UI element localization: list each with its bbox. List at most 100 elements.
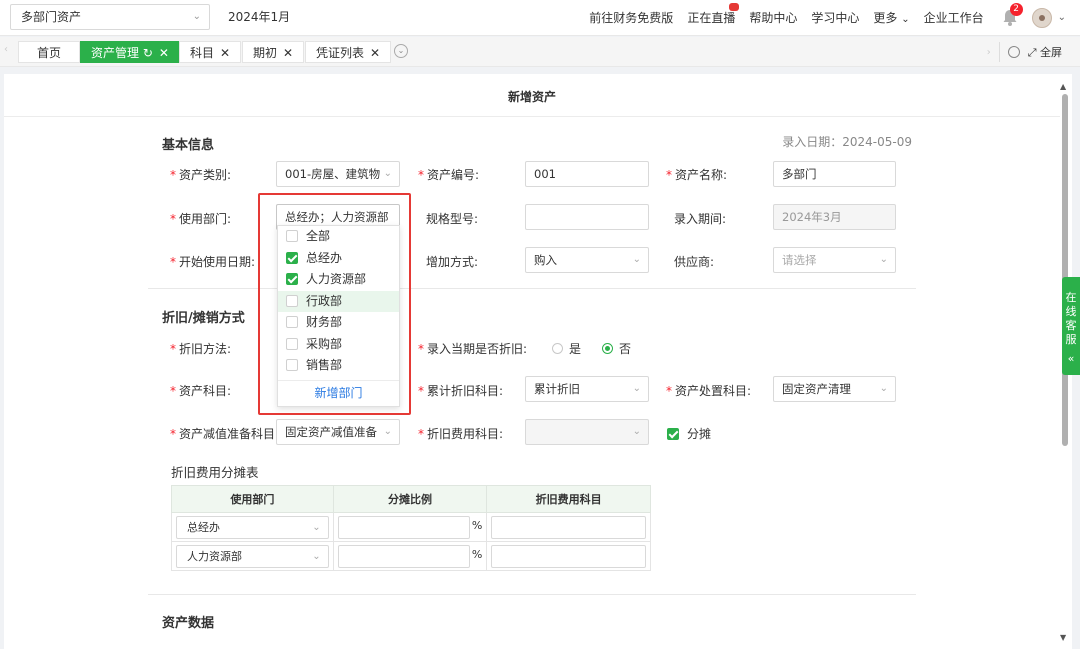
refresh-icon[interactable]: ↻ [143, 46, 153, 60]
add-method-select[interactable]: 购入 ⌄ [525, 247, 649, 273]
chevron-down-icon: ⌄ [383, 168, 392, 179]
online-service-button[interactable]: 在线客服 « [1062, 277, 1080, 375]
avatar[interactable] [1031, 7, 1052, 28]
row-dept-select[interactable]: 人力资源部 ⌄ [176, 544, 329, 568]
chevron-down-icon[interactable]: ⌄ [1058, 12, 1066, 23]
tab-asset-management[interactable]: 资产管理 ↻ ✕ [80, 41, 180, 63]
impairment-label-text: 资产减值准备科目: [179, 427, 280, 441]
tab-voucher-list[interactable]: 凭证列表 ✕ [305, 41, 392, 63]
close-icon[interactable]: ✕ [370, 46, 380, 60]
method-label-text: 折旧方法: [179, 342, 232, 356]
disposal-value: 固定资产清理 [782, 382, 851, 396]
chevron-right-icon[interactable]: › [987, 47, 991, 58]
tab-label: 期初 [253, 46, 278, 60]
accum-label: * 累计折旧科目: [418, 382, 503, 399]
model-input[interactable] [525, 204, 649, 230]
nav-learning[interactable]: 学习中心 [811, 9, 859, 26]
chevron-down-icon[interactable]: ⌄ [394, 44, 408, 58]
radio-yes[interactable]: 是 [552, 340, 581, 357]
radio-no[interactable]: 否 [602, 340, 631, 357]
period-value: 2024年3月 [782, 210, 842, 224]
disposal-label: * 资产处置科目: [666, 382, 751, 399]
close-icon[interactable]: ✕ [283, 46, 293, 60]
impairment-select[interactable]: 固定资产减值准备 ⌄ [276, 419, 400, 445]
impairment-label: * 资产减值准备科目: [170, 425, 279, 442]
tab-subjects[interactable]: 科目 ✕ [179, 41, 242, 63]
table-header-row: 使用部门 分摊比例 折旧费用科目 [171, 485, 651, 513]
nav-help[interactable]: 帮助中心 [749, 9, 797, 26]
highlight-box [258, 193, 411, 415]
chevron-down-icon: ⌄ [879, 383, 888, 394]
row-ratio-input[interactable] [337, 544, 471, 568]
nav-workbench[interactable]: 企业工作台 [924, 9, 984, 26]
close-icon[interactable]: ✕ [159, 46, 169, 60]
bell-icon[interactable]: 2 [1002, 2, 1023, 27]
supplier-label: 供应商: [674, 255, 715, 269]
apportion-checkbox[interactable]: 分摊 [667, 425, 711, 442]
row-dept-select[interactable]: 总经办 ⌄ [176, 515, 329, 539]
expense-select[interactable]: ⌄ [525, 419, 649, 445]
fullscreen-button[interactable]: ⤢ 全屏 [1028, 44, 1062, 60]
percent-sign: % [471, 548, 483, 561]
required-mark: * [170, 342, 176, 356]
company-select[interactable]: 多部门资产 ⌄ [10, 4, 210, 30]
nav-more[interactable]: 更多 ⌄ [873, 9, 909, 26]
allocation-title: 折旧费用分摊表 [171, 465, 259, 480]
model-label: 规格型号: [426, 212, 479, 226]
chevron-down-icon: ⌄ [879, 254, 888, 265]
table-cell: % [332, 512, 488, 542]
required-mark: * [170, 168, 176, 182]
current-period: 2024年1月 [228, 10, 291, 24]
divider [4, 116, 1060, 117]
asset-code-input[interactable]: 001 [525, 161, 649, 187]
table-cell: 总经办 ⌄ [171, 512, 334, 542]
row-expense-input[interactable] [491, 515, 646, 539]
table-row: 总经办 ⌄ % [171, 512, 651, 542]
accum-select[interactable]: 累计折旧 ⌄ [525, 376, 649, 402]
asset-name-input[interactable]: 多部门 [773, 161, 896, 187]
table-cell: % [332, 541, 488, 571]
chevron-down-icon: ⌄ [192, 11, 201, 22]
name-label: * 资产名称: [666, 166, 727, 183]
close-icon[interactable]: ✕ [220, 46, 230, 60]
scroll-down-icon[interactable]: ▼ [1060, 633, 1066, 642]
live-badge-icon [729, 3, 740, 11]
chevron-left-icon[interactable]: ‹ [4, 44, 8, 55]
checkbox [667, 428, 679, 440]
tab-label: 资产管理 [91, 46, 140, 60]
top-nav: 前往财务免费版 正在直播 帮助中心 学习中心 更多 ⌄ 企业工作台 2 ⌄ [575, 0, 1080, 35]
start-date-label-text: 开始使用日期: [179, 255, 256, 269]
required-mark: * [666, 168, 672, 182]
method-label: * 折旧方法: [170, 340, 231, 357]
tab-bar-right: › ⤢ 全屏 [987, 37, 1080, 67]
code-label: * 资产编号: [418, 166, 479, 183]
asset-name-value: 多部门 [782, 167, 817, 181]
collapse-icon[interactable] [1007, 46, 1020, 58]
tab-opening[interactable]: 期初 ✕ [242, 41, 305, 63]
period-input: 2024年3月 [773, 204, 896, 230]
chevron-down-icon: ⌄ [632, 383, 641, 394]
nav-live[interactable]: 正在直播 [687, 3, 740, 26]
table-cell [486, 512, 651, 542]
header-dept: 使用部门 [171, 485, 334, 513]
scroll-thumb[interactable] [1062, 94, 1068, 446]
nav-free-finance[interactable]: 前往财务免费版 [589, 9, 673, 26]
tab-home[interactable]: 首页 [18, 41, 80, 63]
dept-label-text: 使用部门: [179, 212, 232, 226]
category-select[interactable]: 001-房屋、建筑物 ⌄ [276, 161, 400, 187]
dept-label: * 使用部门: [170, 210, 231, 227]
accum-label-text: 累计折旧科目: [427, 384, 504, 398]
row-expense-input[interactable] [491, 544, 646, 568]
supplier-select[interactable]: 请选择 ⌄ [773, 247, 896, 273]
chevron-down-icon: ⌄ [632, 254, 641, 265]
table-cell: 人力资源部 ⌄ [171, 541, 334, 571]
row-ratio-input[interactable] [337, 515, 471, 539]
required-mark: * [666, 384, 672, 398]
percent-sign: % [471, 519, 483, 532]
expense-label: * 折旧费用科目: [418, 425, 503, 442]
scroll-up-icon[interactable]: ▲ [1060, 82, 1066, 91]
disposal-select[interactable]: 固定资产清理 ⌄ [773, 376, 896, 402]
required-mark: * [418, 168, 424, 182]
required-mark: * [418, 427, 424, 441]
required-mark: * [170, 384, 176, 398]
